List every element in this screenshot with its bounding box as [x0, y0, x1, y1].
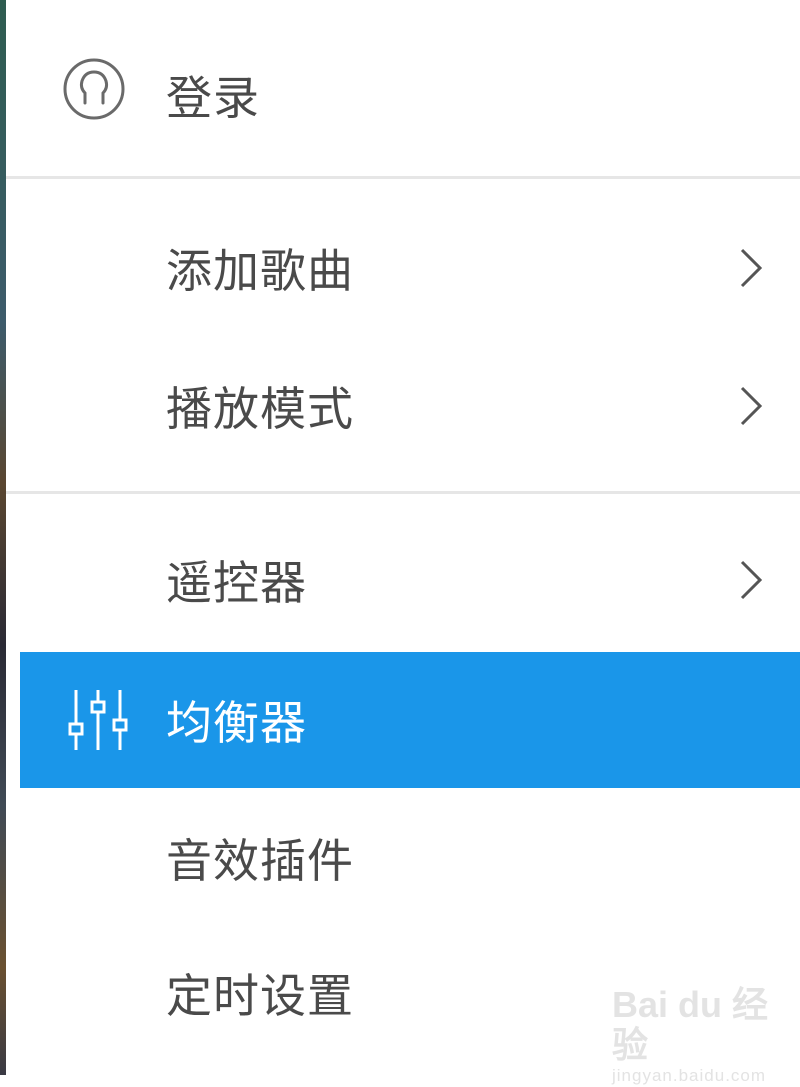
watermark-url: jingyan.baidu.com — [612, 1066, 767, 1085]
chevron-right-icon — [740, 248, 763, 288]
menu-item-equalizer[interactable]: 均衡器 — [20, 652, 800, 788]
menu-divider — [6, 176, 800, 179]
menu-item-label: 遥控器 — [166, 556, 307, 610]
menu-item-label: 均衡器 — [166, 696, 307, 750]
menu-item-add-songs[interactable]: 添加歌曲 — [20, 200, 800, 336]
menu-item-remote-control[interactable]: 遥控器 — [20, 512, 800, 648]
login-menu-item[interactable]: 登录 — [6, 22, 800, 158]
context-menu: 登录 添加歌曲 播放模式 遥控器 均衡器 音效插件 定时设置 — [6, 0, 800, 1075]
chevron-right-icon — [740, 386, 763, 426]
menu-item-label: 添加歌曲 — [166, 244, 354, 298]
menu-item-play-mode[interactable]: 播放模式 — [20, 338, 800, 474]
equalizer-icon — [68, 690, 128, 750]
watermark: Bai du 经验 jingyan.baidu.com — [612, 984, 782, 1086]
login-label: 登录 — [166, 71, 260, 125]
chevron-right-icon — [740, 560, 763, 600]
menu-item-label: 音效插件 — [166, 834, 354, 888]
user-circle-icon — [63, 58, 125, 120]
menu-item-sound-effect-plugins[interactable]: 音效插件 — [20, 790, 800, 926]
menu-item-label: 定时设置 — [166, 969, 354, 1023]
menu-divider — [6, 491, 800, 494]
watermark-logo-text: Bai du 经验 — [612, 984, 769, 1065]
menu-item-label: 播放模式 — [166, 382, 354, 436]
